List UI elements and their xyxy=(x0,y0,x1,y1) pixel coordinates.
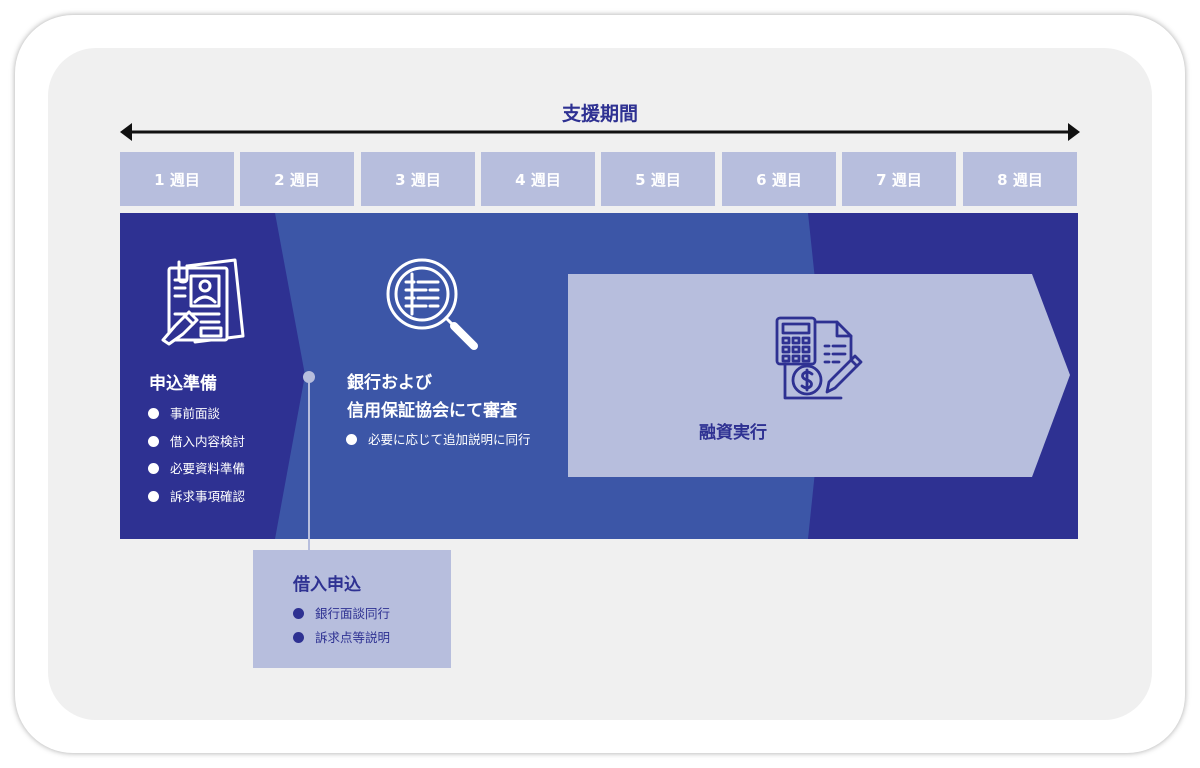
bullet-dot xyxy=(293,608,304,619)
week-cell: 2 週目 xyxy=(240,152,354,206)
list-item: 必要資料準備 xyxy=(148,461,245,489)
list-item: 事前面談 xyxy=(148,406,245,434)
connector-line xyxy=(308,377,310,550)
bullet-dot xyxy=(148,463,159,474)
magnifier-document-icon xyxy=(386,258,478,350)
list-item: 借入内容検討 xyxy=(148,434,245,462)
phase3-title: 融資実行 xyxy=(699,423,767,443)
week-cell: 4 週目 xyxy=(481,152,595,206)
week-cell: 1 週目 xyxy=(120,152,234,206)
phase2-title: 銀行および 信用保証協会にて審査 xyxy=(347,369,517,425)
list-item: 訴求事項確認 xyxy=(148,489,245,517)
loan-application-title: 借入申込 xyxy=(293,575,361,595)
calculator-invoice-icon xyxy=(775,316,863,400)
bullet-dot xyxy=(148,435,159,447)
bullet-dot xyxy=(346,434,357,445)
week-cell: 6 週目 xyxy=(722,152,836,206)
bullet-dot xyxy=(148,490,159,502)
connector-dot xyxy=(303,371,315,383)
list-item: 訴求点等説明 xyxy=(293,630,390,654)
list-item: 銀行面談同行 xyxy=(293,606,390,630)
week-cell: 8 週目 xyxy=(963,152,1077,206)
phase1-bullet-list: 事前面談 借入内容検討 必要資料準備 訴求事項確認 xyxy=(148,406,245,516)
bullet-dot xyxy=(293,632,304,643)
week-cell: 3 週目 xyxy=(361,152,475,206)
bullet-dot xyxy=(148,408,159,419)
phase2-title-line2: 信用保証協会にて審査 xyxy=(347,401,517,421)
list-item: 必要に応じて追加説明に同行 xyxy=(346,432,531,460)
phase2-title-line1: 銀行および xyxy=(347,373,432,393)
support-period-arrow xyxy=(120,123,1080,141)
phase2-bullet-list: 必要に応じて追加説明に同行 xyxy=(346,432,531,460)
timeline-band xyxy=(120,213,1078,539)
phase1-title: 申込準備 xyxy=(149,374,217,394)
week-cell: 7 週目 xyxy=(842,152,956,206)
week-cell: 5 週目 xyxy=(601,152,715,206)
loan-application-box: 借入申込 銀行面談同行 訴求点等説明 xyxy=(253,550,451,668)
loan-application-bullet-list: 銀行面談同行 訴求点等説明 xyxy=(293,606,390,654)
application-document-icon xyxy=(161,258,245,346)
